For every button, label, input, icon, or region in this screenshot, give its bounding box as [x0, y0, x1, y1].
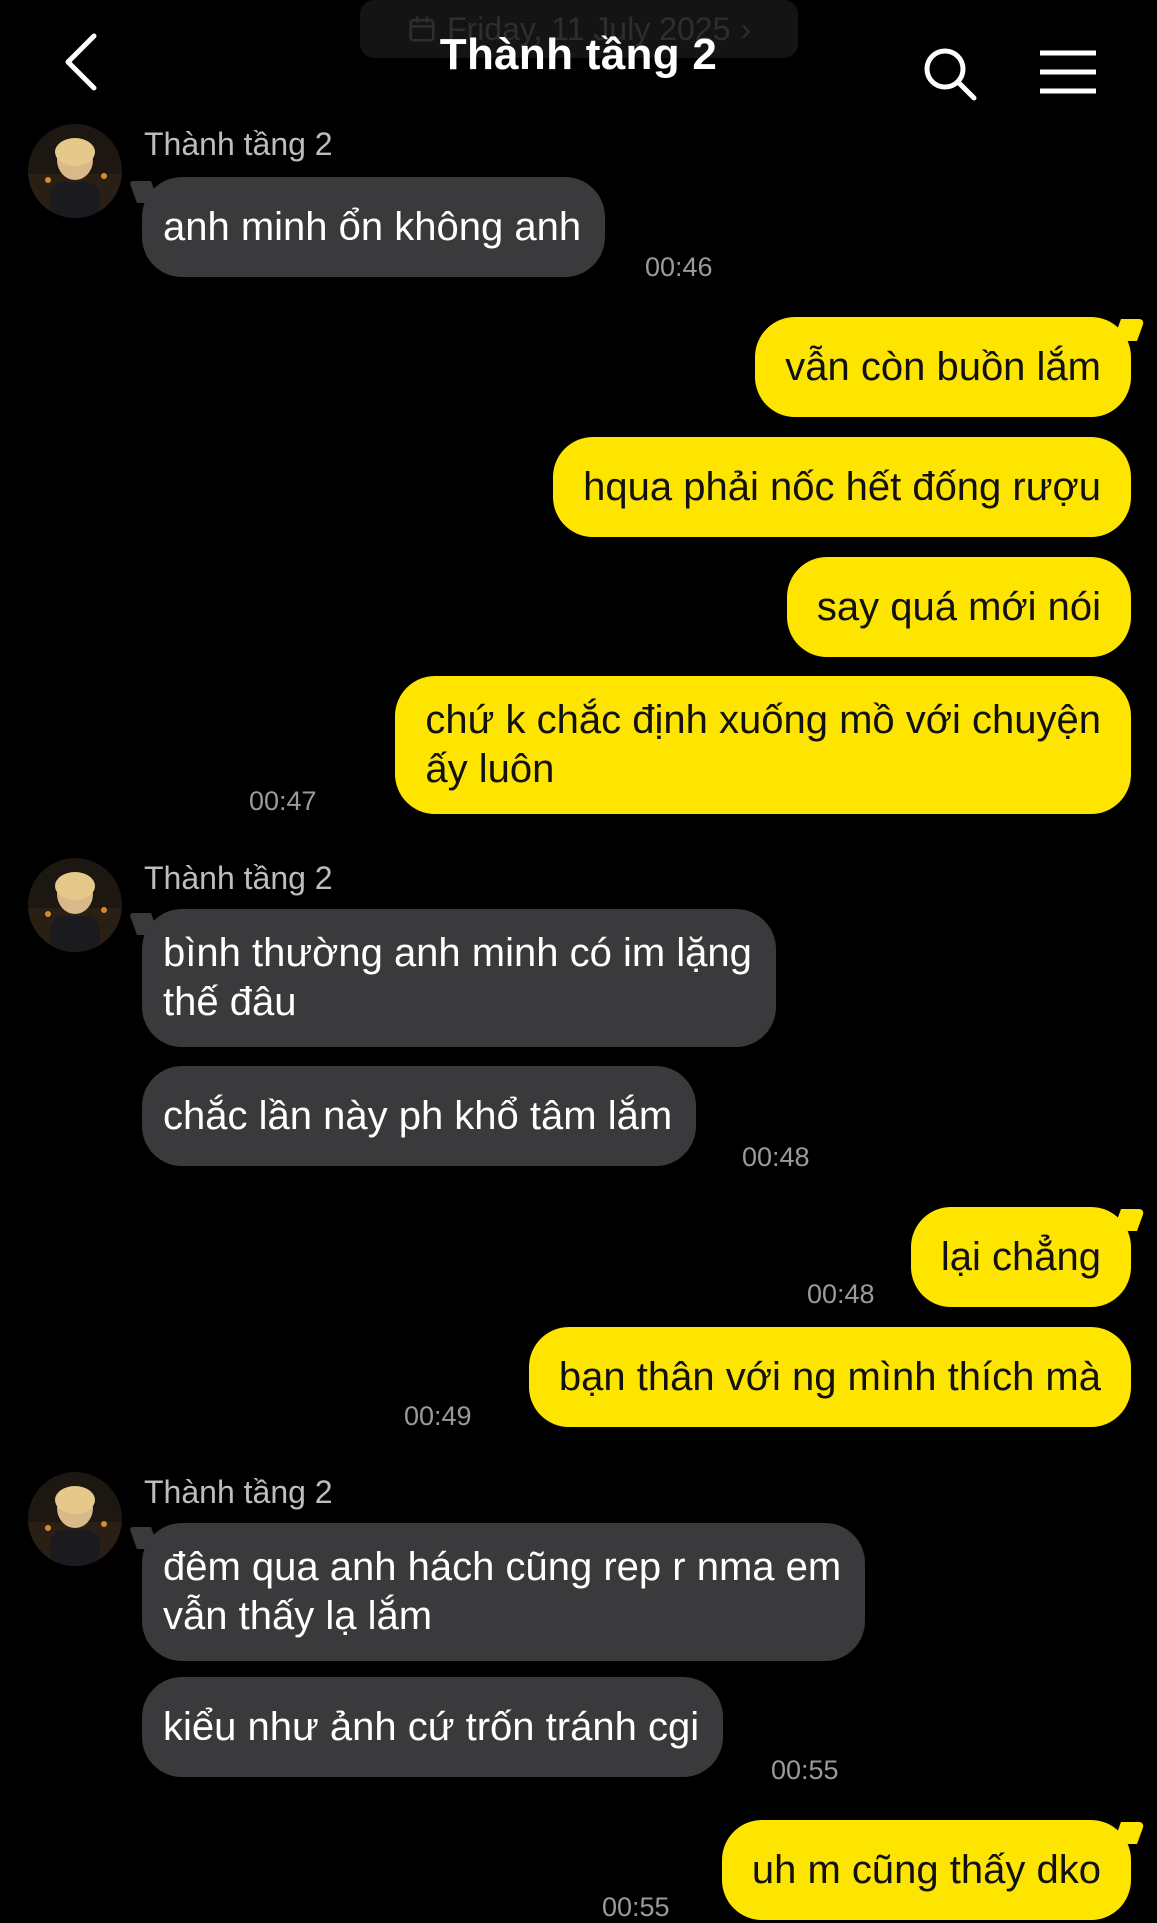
message-time: 00:48: [807, 1279, 875, 1309]
message-text: kiểu như ảnh cứ trốn tránh cgi: [163, 1704, 700, 1749]
sender-name: Thành tầng 2: [144, 860, 333, 896]
avatar[interactable]: [28, 858, 122, 952]
message-text: chắc lần này ph khổ tâm lắm: [163, 1093, 673, 1138]
message-text-line: ấy luôn: [425, 747, 555, 791]
message-bubble-incoming[interactable]: đêm qua anh hách cũng rep r nma em vẫn t…: [142, 1523, 866, 1661]
sender-name: Thành tầng 2: [144, 1474, 333, 1510]
message-time: 00:48: [742, 1142, 810, 1172]
message-text-line: vẫn thấy lạ lắm: [163, 1594, 433, 1638]
message-text: hqua phải nốc hết đống rượu: [583, 464, 1101, 509]
message-text-line: chứ k chắc định xuống mồ với chuyện: [425, 698, 1101, 742]
message-bubble-incoming[interactable]: chắc lần này ph khổ tâm lắm: [142, 1066, 697, 1166]
message-bubble-outgoing[interactable]: uh m cũng thấy dko: [721, 1820, 1131, 1920]
avatar[interactable]: [28, 1472, 122, 1566]
message-time: 00:49: [404, 1401, 472, 1431]
avatar[interactable]: [28, 124, 122, 218]
message-bubble-outgoing[interactable]: lại chẳng: [910, 1207, 1131, 1307]
message-bubble-incoming[interactable]: kiểu như ảnh cứ trốn tránh cgi: [142, 1677, 724, 1777]
message-bubble-outgoing[interactable]: hqua phải nốc hết đống rượu: [553, 437, 1131, 537]
page-title: Thành tầng 2: [439, 30, 718, 79]
message-time: 00:55: [602, 1892, 670, 1922]
message-bubble-incoming[interactable]: bình thường anh minh có im lặng thế đâu: [142, 909, 776, 1047]
message-bubble-outgoing[interactable]: vẫn còn buồn lắm: [755, 317, 1131, 417]
message-bubble-outgoing[interactable]: say quá mới nói: [786, 557, 1131, 657]
message-time: 00:46: [645, 252, 713, 282]
menu-button[interactable]: [1038, 50, 1098, 94]
search-button[interactable]: [922, 46, 978, 102]
message-text: say quá mới nói: [816, 584, 1101, 629]
avatar-photo: [28, 124, 122, 218]
message-text-line: thế đâu: [163, 980, 297, 1024]
avatar-photo: [28, 858, 122, 952]
sender-name: Thành tầng 2: [144, 126, 333, 162]
message-text-line: đêm qua anh hách cũng rep r nma em: [163, 1545, 842, 1589]
hamburger-menu-icon: [1040, 50, 1096, 94]
message-bubble-outgoing[interactable]: chứ k chắc định xuống mồ với chuyện ấy l…: [395, 676, 1131, 814]
message-bubble-incoming[interactable]: anh minh ổn không anh: [142, 177, 606, 277]
search-icon: [924, 48, 977, 101]
message-text-line: bình thường anh minh có im lặng: [163, 931, 752, 975]
message-text: uh m cũng thấy dko: [751, 1847, 1101, 1892]
message-bubble-outgoing[interactable]: bạn thân với ng mình thích mà: [528, 1327, 1131, 1427]
message-text: lại chẳng: [940, 1234, 1101, 1279]
message-text: bạn thân với ng mình thích mà: [558, 1354, 1101, 1399]
message-text: anh minh ổn không anh: [163, 204, 582, 249]
avatar-photo: [28, 1472, 122, 1566]
message-text: vẫn còn buồn lắm: [785, 344, 1101, 389]
message-time: 00:47: [249, 786, 317, 816]
message-time: 00:55: [771, 1755, 839, 1785]
